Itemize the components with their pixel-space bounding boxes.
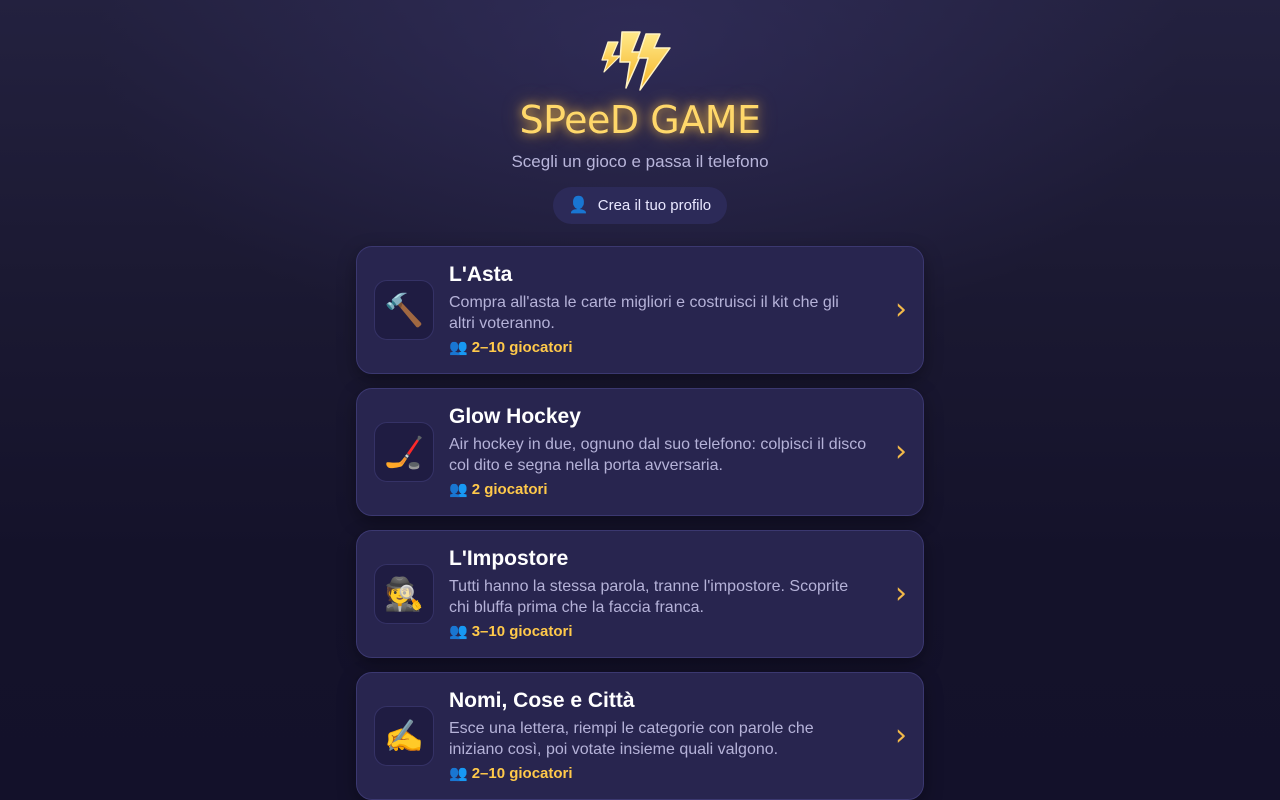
game-title: Glow Hockey (449, 405, 581, 428)
game-card-nomi-cose-citta[interactable]: ✍️ Nomi, Cose e Città Esce una lettera, … (356, 672, 924, 800)
game-players: 👥 3–10 giocatori (449, 622, 869, 642)
person-icon: 👤 (568, 196, 589, 214)
game-title: Nomi, Cose e Città (449, 689, 635, 712)
game-card-glow-hockey[interactable]: 🏒 Glow Hockey Air hockey in due, ognuno … (356, 388, 924, 516)
game-text: Glow Hockey Air hockey in due, ognuno da… (449, 405, 869, 500)
chevron-right-icon: › (895, 434, 907, 469)
game-description: Esce una lettera, riempi le categorie co… (449, 720, 814, 758)
writing-hand-icon: ✍️ (374, 706, 434, 766)
game-text: L'Asta Compra all'asta le carte migliori… (449, 263, 869, 358)
game-players: 👥 2–10 giocatori (449, 338, 869, 358)
game-title: L'Asta (449, 263, 513, 286)
players-count: 2–10 giocatori (471, 765, 573, 782)
chevron-right-icon: › (895, 576, 907, 611)
players-count: 2–10 giocatori (471, 339, 573, 356)
game-description: Air hockey in due, ognuno dal suo telefo… (449, 436, 867, 474)
game-list: 🔨 L'Asta Compra all'asta le carte miglio… (356, 246, 924, 800)
game-text: Nomi, Cose e Città Esce una lettera, rie… (449, 689, 869, 784)
players-icon: 👥 (449, 623, 468, 640)
hockey-stick-icon: 🏒 (374, 422, 434, 482)
app-title: SPeeD GAME (519, 98, 761, 142)
players-icon: 👥 (449, 339, 468, 356)
game-text: L'Impostore Tutti hanno la stessa parola… (449, 547, 869, 642)
create-profile-button[interactable]: 👤 Crea il tuo profilo (553, 187, 727, 224)
app-subtitle: Scegli un gioco e passa il telefono (511, 152, 769, 171)
hammer-icon: 🔨 (374, 280, 434, 340)
lightning-bolt-icon (600, 28, 674, 94)
game-description: Compra all'asta le carte migliori e cost… (449, 294, 839, 332)
game-card-impostore[interactable]: 🕵️ L'Impostore Tutti hanno la stessa par… (356, 530, 924, 658)
players-icon: 👥 (449, 481, 468, 498)
create-profile-label: Crea il tuo profilo (597, 197, 712, 214)
players-count: 2 giocatori (471, 481, 548, 498)
game-players: 👥 2–10 giocatori (449, 764, 869, 784)
players-count: 3–10 giocatori (471, 623, 573, 640)
players-icon: 👥 (449, 765, 468, 782)
chevron-right-icon: › (895, 292, 907, 327)
detective-icon: 🕵️ (374, 564, 434, 624)
chevron-right-icon: › (895, 718, 907, 753)
game-title: L'Impostore (449, 547, 569, 570)
game-players: 👥 2 giocatori (449, 480, 869, 500)
game-description: Tutti hanno la stessa parola, tranne l'i… (449, 578, 849, 616)
game-card-asta[interactable]: 🔨 L'Asta Compra all'asta le carte miglio… (356, 246, 924, 374)
